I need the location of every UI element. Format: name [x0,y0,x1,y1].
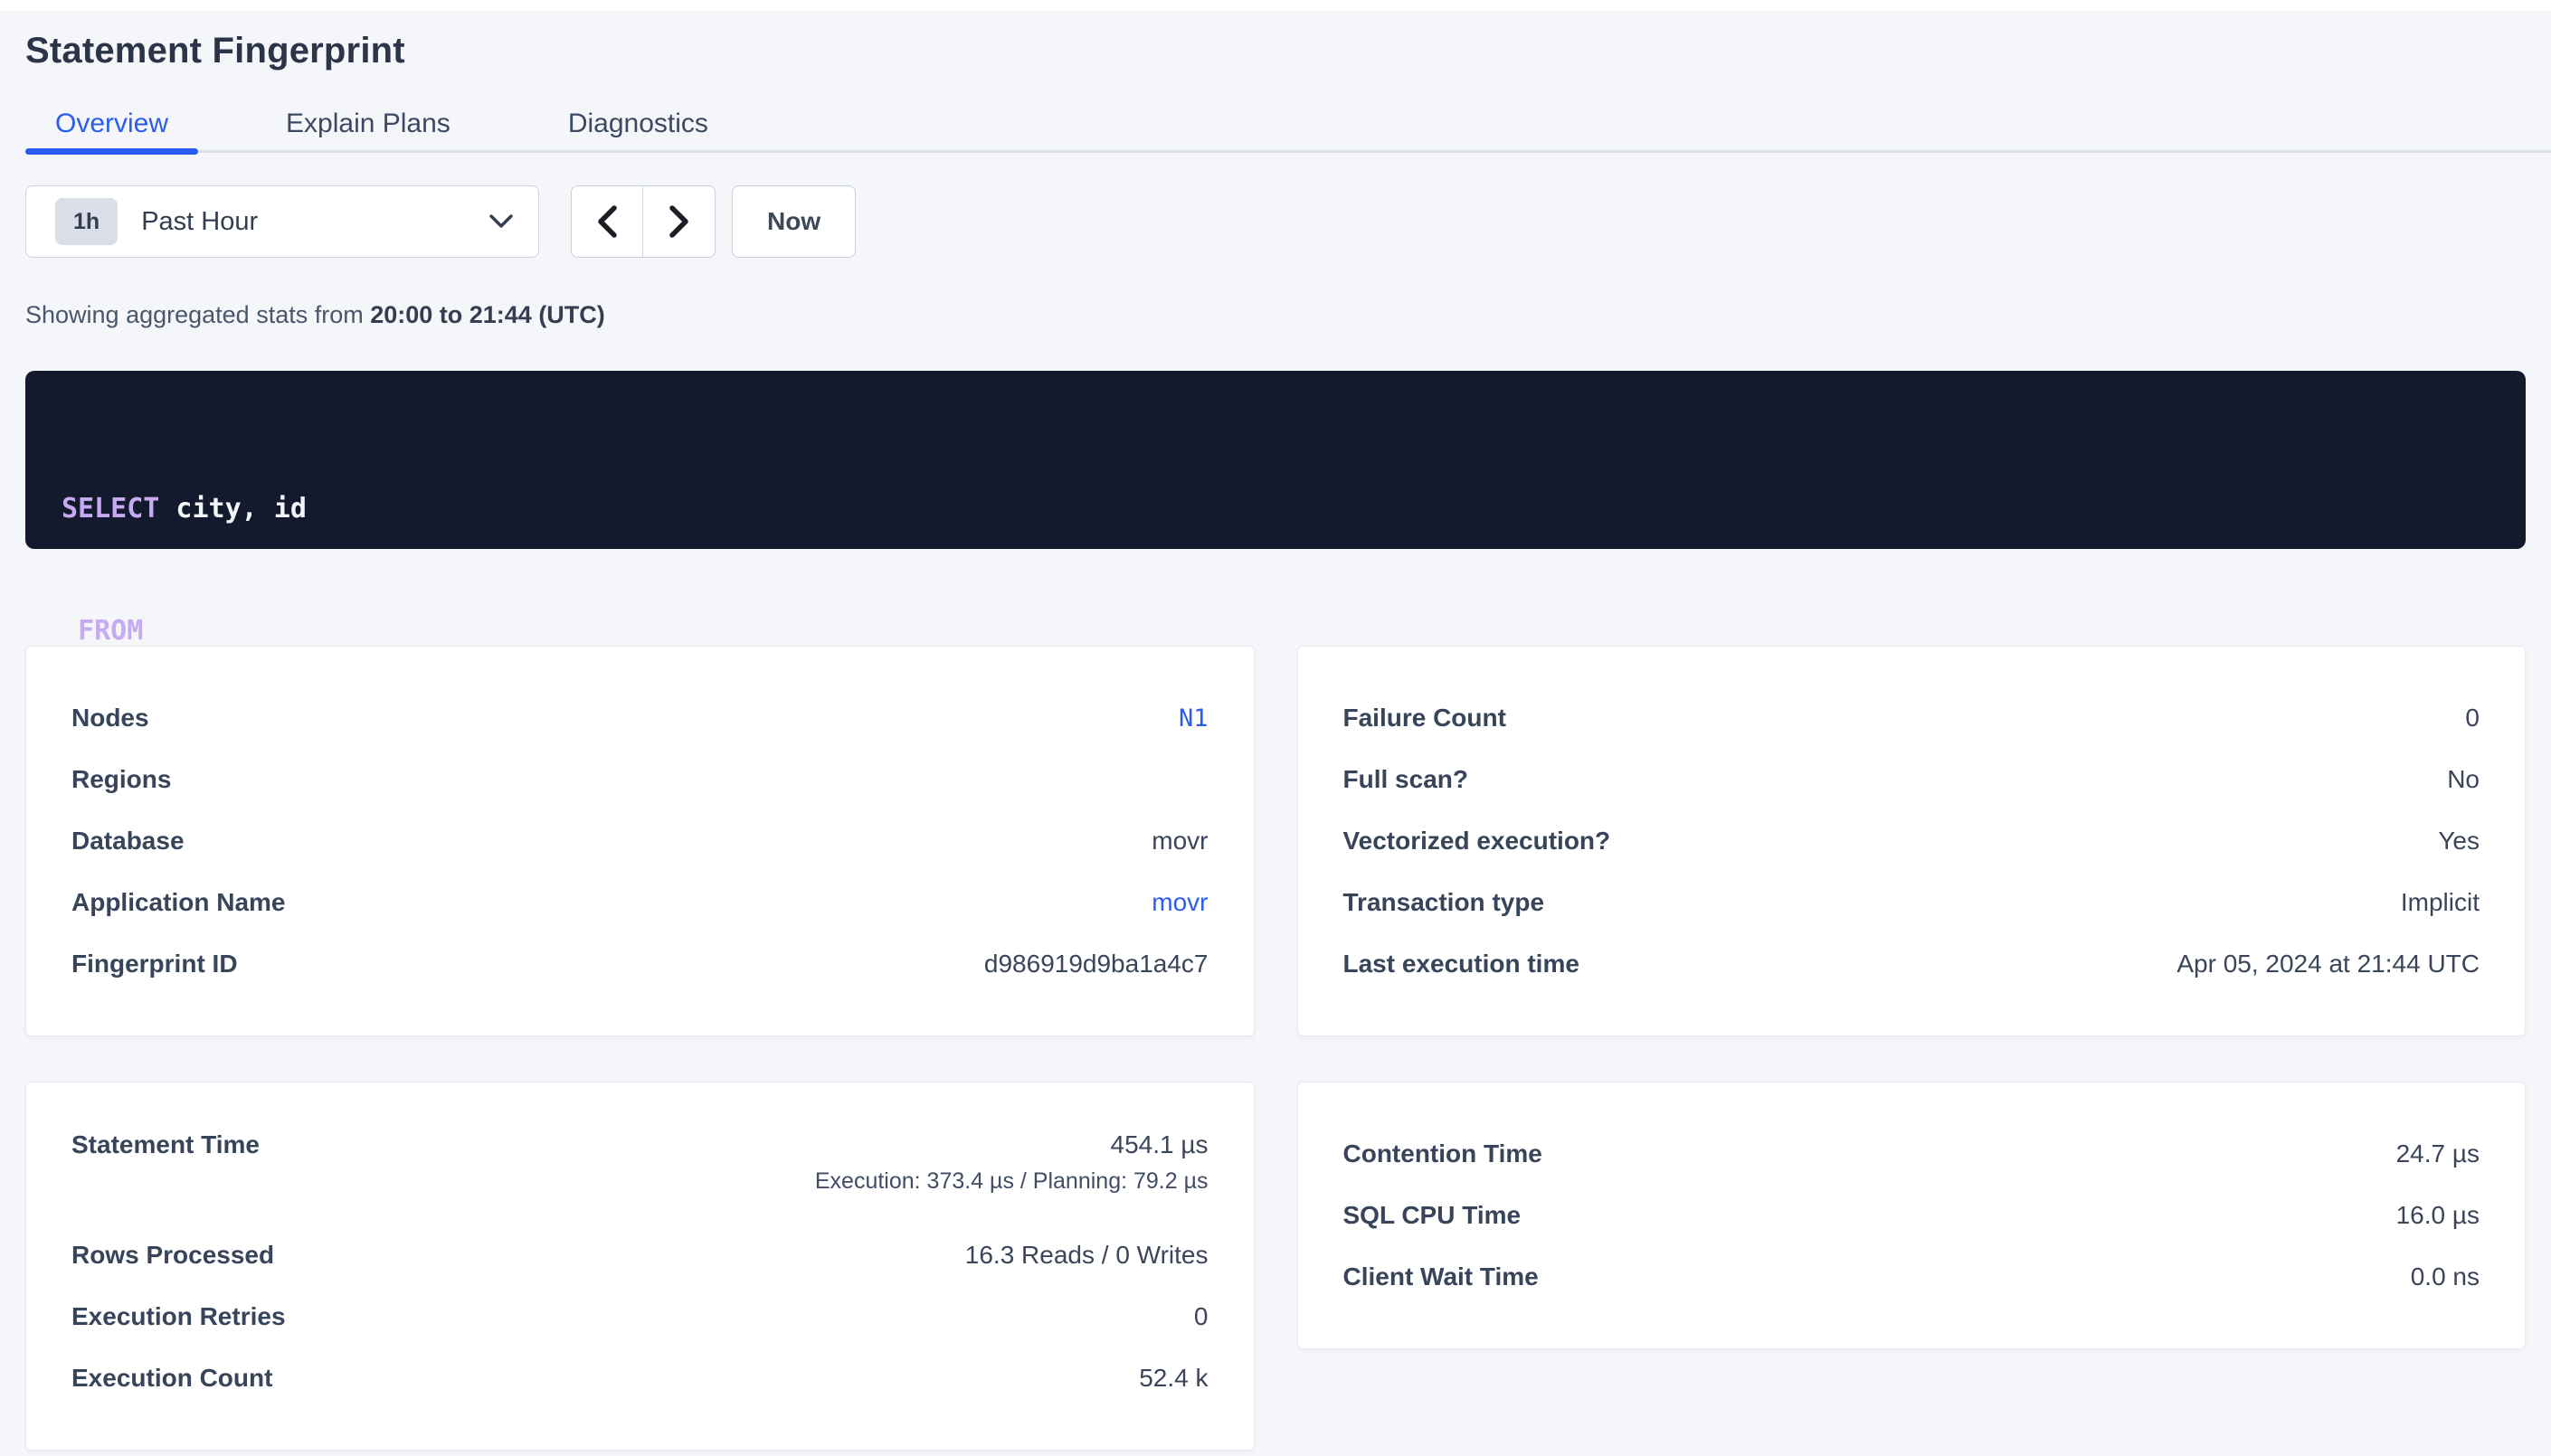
row-value: Implicit [2401,888,2480,917]
row-label: Statement Time [71,1130,260,1159]
time-range-label: Past Hour [141,207,489,237]
row-label: Contention Time [1343,1139,1542,1168]
execution-attributes-card: Failure Count 0 Full scan? No Vectorized… [1297,646,2527,1036]
row-value: 0 [1194,1302,1209,1331]
row-value: Apr 05, 2024 at 21:44 UTC [2176,950,2480,979]
tab-overview[interactable]: Overview [25,98,198,150]
summary-cards-grid: Nodes N1 Regions Database movr Applicati… [25,646,2526,1451]
sql-text: vehicles [143,615,290,647]
row-value: 52.4 k [1139,1364,1208,1393]
row-database: Database movr [71,810,1209,872]
time-controls: 1h Past Hour Now [25,185,2526,258]
row-value: 454.1 µs [1111,1130,1209,1159]
row-label: Transaction type [1343,888,1545,917]
row-value: 0.0 ns [2411,1262,2480,1291]
row-value: d986919d9ba1a4c7 [984,950,1209,979]
sql-keyword: FROM [78,615,143,647]
wait-time-card: Contention Time 24.7 µs SQL CPU Time 16.… [1297,1082,2527,1349]
row-regions: Regions [71,749,1209,810]
row-label: Vectorized execution? [1343,827,1611,856]
sql-text: city, id [159,493,307,525]
aggregated-stats-line: Showing aggregated stats from 20:00 to 2… [25,301,2526,329]
top-white-strip [0,0,2551,11]
next-time-button[interactable] [643,186,715,257]
row-label: Last execution time [1343,950,1579,979]
chevron-left-icon [597,205,617,238]
row-application-name: Application Name movr [71,872,1209,933]
now-button[interactable]: Now [732,185,856,258]
page-title: Statement Fingerprint [25,31,2526,71]
row-label: Full scan? [1343,765,1468,794]
row-value: Yes [2438,827,2480,856]
row-fingerprint-id: Fingerprint ID d986919d9ba1a4c7 [71,933,1209,995]
row-value: 0 [2465,704,2480,733]
row-value: 24.7 µs [2396,1139,2480,1168]
time-range-badge: 1h [55,198,118,245]
row-execution-retries: Execution Retries 0 [71,1286,1209,1347]
stats-line-range: 20:00 to 21:44 (UTC) [370,301,605,328]
row-value: No [2447,765,2480,794]
tab-diagnostics[interactable]: Diagnostics [538,98,738,150]
row-client-wait-time: Client Wait Time 0.0 ns [1343,1246,2480,1308]
row-label: Database [71,827,185,856]
sql-statement-box: SELECT city, id FROM vehicles WHERE city… [25,371,2526,549]
previous-time-button[interactable] [572,186,643,257]
row-label: Client Wait Time [1343,1262,1539,1291]
statement-details-card: Nodes N1 Regions Database movr Applicati… [25,646,1255,1036]
row-full-scan: Full scan? No [1343,749,2480,810]
sql-line: SELECT city, id [62,488,2489,529]
row-statement-time: Statement Time 454.1 µs Execution: 373.4… [71,1123,1209,1224]
row-label: SQL CPU Time [1343,1201,1522,1230]
row-label: Rows Processed [71,1241,274,1270]
statement-timing-card: Statement Time 454.1 µs Execution: 373.4… [25,1082,1255,1451]
row-label: Failure Count [1343,704,1506,733]
chevron-down-icon [489,214,513,229]
time-range-select[interactable]: 1h Past Hour [25,185,539,258]
row-label: Application Name [71,888,285,917]
row-label: Fingerprint ID [71,950,238,979]
row-execution-count: Execution Count 52.4 k [71,1347,1209,1409]
row-transaction-type: Transaction type Implicit [1343,872,2480,933]
application-name-link[interactable]: movr [1152,888,1208,917]
row-vectorized-execution: Vectorized execution? Yes [1343,810,2480,872]
node-link[interactable]: N1 [1179,704,1209,733]
row-label: Execution Retries [71,1302,286,1331]
row-value: 16.3 Reads / 0 Writes [965,1241,1209,1270]
row-contention-time: Contention Time 24.7 µs [1343,1123,2480,1185]
row-nodes: Nodes N1 [71,687,1209,749]
chevron-right-icon [669,205,689,238]
row-label: Nodes [71,704,149,733]
tab-explain-plans[interactable]: Explain Plans [256,98,480,150]
row-value: movr [1152,827,1208,856]
row-failure-count: Failure Count 0 [1343,687,2480,749]
row-sql-cpu-time: SQL CPU Time 16.0 µs [1343,1185,2480,1246]
row-subvalue: Execution: 373.4 µs / Planning: 79.2 µs [815,1168,1209,1195]
row-label: Regions [71,765,171,794]
row-label: Execution Count [71,1364,272,1393]
row-rows-processed: Rows Processed 16.3 Reads / 0 Writes [71,1224,1209,1286]
stats-line-prefix: Showing aggregated stats from [25,301,370,328]
time-step-group [571,185,716,258]
row-value: 16.0 µs [2396,1201,2480,1230]
sql-keyword: SELECT [62,493,159,525]
tab-bar: Overview Explain Plans Diagnostics [25,95,2551,153]
row-last-execution-time: Last execution time Apr 05, 2024 at 21:4… [1343,933,2480,995]
